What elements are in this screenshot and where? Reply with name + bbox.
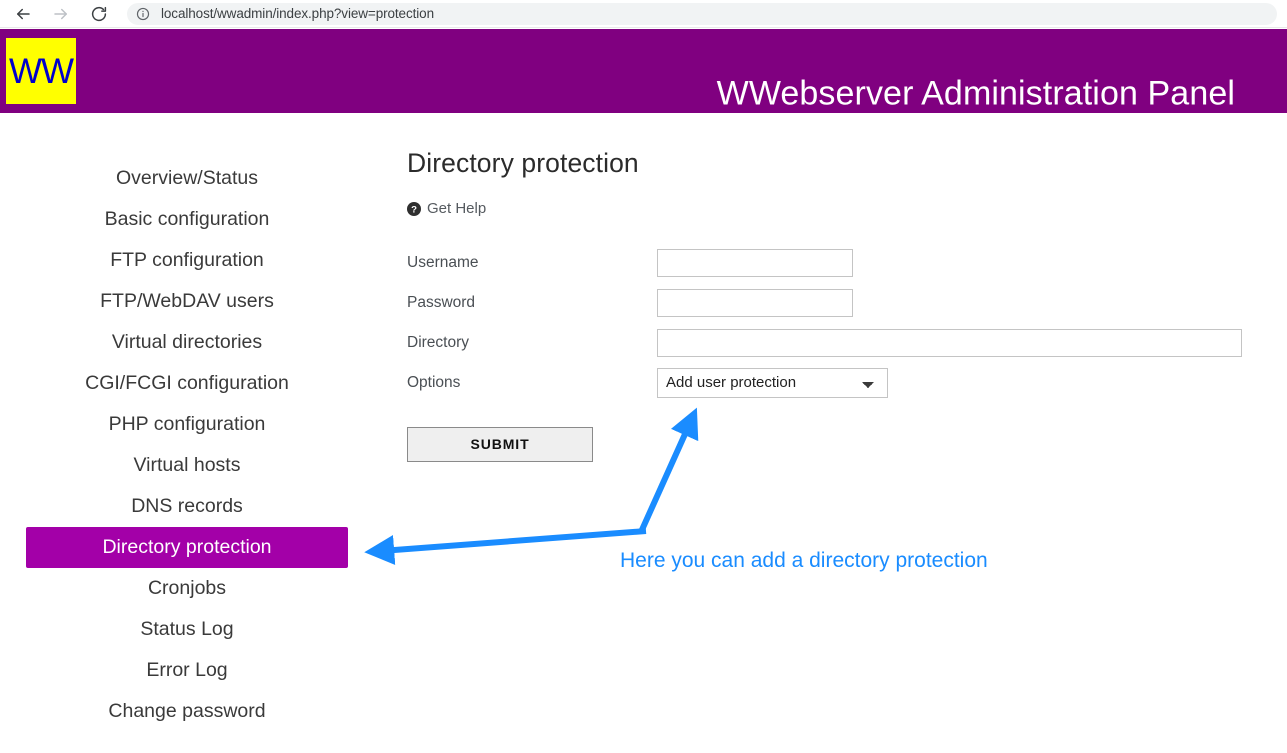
page-body: Overview/Status Basic configuration FTP co… [0,113,1287,753]
forward-button[interactable] [47,0,75,28]
app-header: WW WWebserver Administration Panel [0,29,1287,113]
sidebar-item-dns-records[interactable]: DNS records [26,486,348,527]
sidebar-item-label: Virtual directories [111,331,263,353]
sidebar-item-ftp-configuration[interactable]: FTP configuration [26,240,348,281]
password-input[interactable] [657,288,853,317]
directory-label: Directory [407,333,470,351]
sidebar-item-label: PHP configuration [108,413,266,435]
sidebar-item-label: Cronjobs [147,577,227,599]
app-logo-text: WW [8,51,74,91]
get-help-link[interactable]: ? Get Help [407,200,486,217]
sidebar-item-label: Overview/Status [116,167,258,189]
sidebar-item-overview-status[interactable]: Overview/Status [26,158,348,199]
sidebar-item-label: FTP configuration [110,249,264,271]
app-title: WWebserver Administration Panel [716,74,1235,113]
sidebar-item-virtual-directories[interactable]: Virtual directories [26,322,348,363]
reload-icon [90,5,108,23]
sidebar-item-directory-protection[interactable]: Directory protection [26,527,348,568]
sidebar-item-label: DNS records [131,495,243,517]
sidebar-item-php-configuration[interactable]: PHP configuration [26,404,348,445]
sidebar-item-virtual-hosts[interactable]: Virtual hosts [26,445,348,486]
question-mark-circle-icon: ? [407,201,421,216]
options-select[interactable]: Add user protection [657,367,888,398]
info-circle-icon[interactable] [135,6,151,22]
sidebar-item-cronjobs[interactable]: Cronjobs [26,568,348,609]
url-text: localhost/wwadmin/index.php?view=protect… [161,6,434,21]
sidebar-item-label: CGI/FCGI configuration [85,372,289,394]
form-row-directory: Directory [407,323,1267,363]
username-label: Username [407,253,479,271]
sidebar-item-label: Change password [108,700,266,722]
form-row-options: Options Add user protection [407,363,1267,403]
get-help-label: Get Help [427,200,487,217]
directory-protection-form: Username Password Directory Options Add … [407,243,1267,462]
sidebar-item-label: Status Log [140,618,234,640]
sidebar-item-ftp-webdav-users[interactable]: FTP/WebDAV users [26,281,348,322]
app-logo[interactable]: WW [6,38,76,104]
form-row-password: Password [407,283,1267,323]
password-label: Password [407,293,476,311]
submit-button[interactable]: SUBMIT [407,426,593,462]
sidebar-item-label: Error Log [146,659,228,681]
options-label: Options [407,373,461,391]
sidebar-item-label: Basic configuration [104,208,270,230]
page-title: Directory protection [407,148,639,178]
svg-text:?: ? [411,204,417,215]
form-row-username: Username [407,243,1267,283]
arrow-left-icon [14,5,32,23]
browser-toolbar: localhost/wwadmin/index.php?view=protect… [0,0,1287,28]
main-content: Directory protection ? Get Help Username… [407,148,1267,462]
reload-button[interactable] [85,0,113,28]
sidebar-item-basic-configuration[interactable]: Basic configuration [26,199,348,240]
sidebar-item-status-log[interactable]: Status Log [26,609,348,650]
sidebar-item-error-log[interactable]: Error Log [26,650,348,691]
sidebar-item-label: Directory protection [102,536,272,558]
username-input[interactable] [657,248,853,277]
arrow-right-icon [52,5,70,23]
sidebar-item-label: FTP/WebDAV users [100,290,274,312]
sidebar-item-label: Virtual hosts [133,454,241,476]
directory-input[interactable] [657,328,1242,357]
back-button[interactable] [9,0,37,28]
address-bar[interactable]: localhost/wwadmin/index.php?view=protect… [127,2,1277,25]
sidebar-item-cgi-fcgi-configuration[interactable]: CGI/FCGI configuration [26,363,348,404]
sidebar-item-change-password[interactable]: Change password [26,691,348,732]
sidebar-nav: Overview/Status Basic configuration FTP co… [26,158,348,732]
